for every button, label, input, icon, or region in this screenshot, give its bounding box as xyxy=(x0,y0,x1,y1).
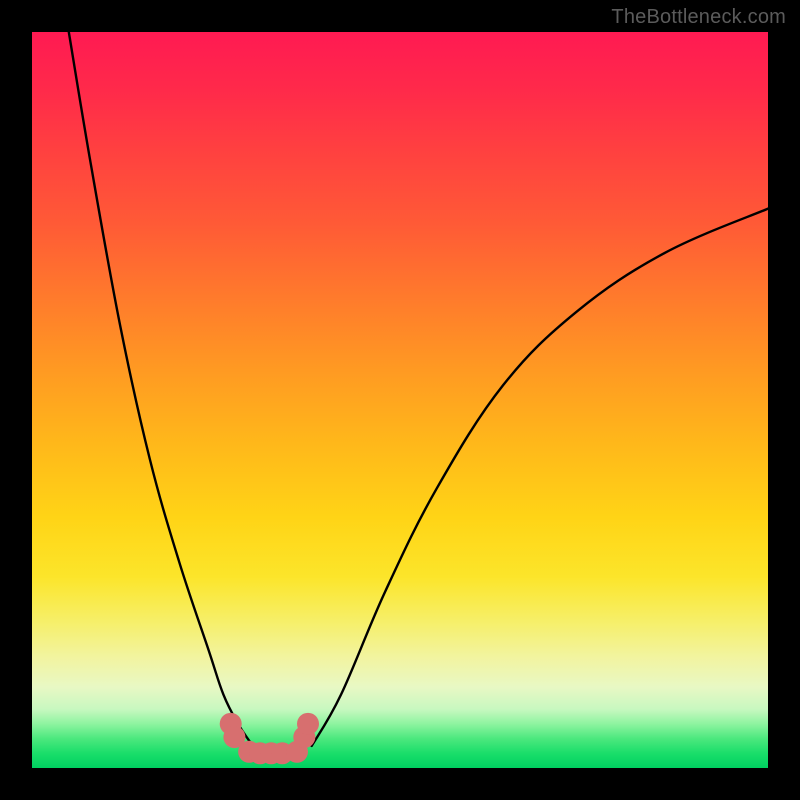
valley-point xyxy=(297,713,319,735)
right-curve xyxy=(312,209,768,746)
curve-layer xyxy=(69,32,768,746)
left-curve xyxy=(69,32,253,746)
watermark-text: TheBottleneck.com xyxy=(611,6,786,29)
chart-svg xyxy=(32,32,768,768)
points-layer xyxy=(220,713,319,764)
chart-frame: TheBottleneck.com xyxy=(0,0,800,800)
plot-area xyxy=(32,32,768,768)
